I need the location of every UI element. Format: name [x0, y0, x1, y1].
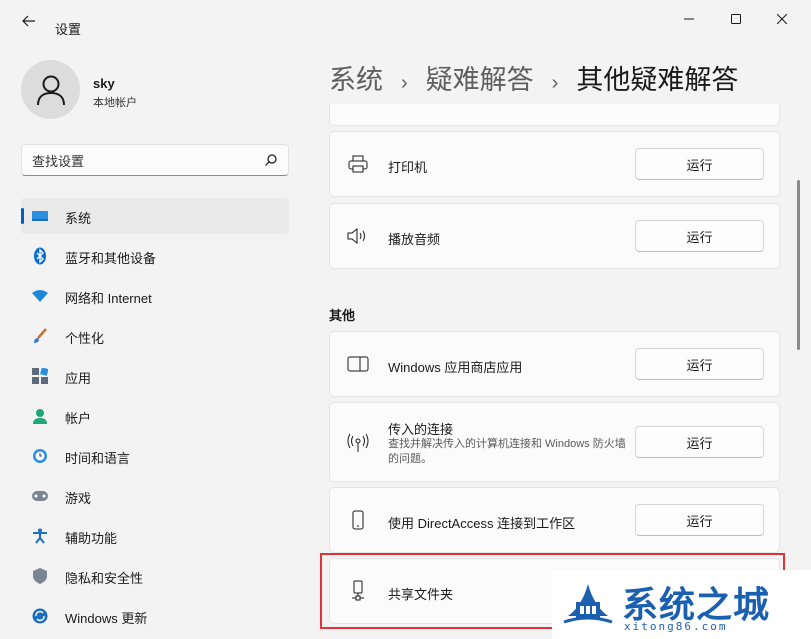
avatar[interactable] [21, 60, 80, 119]
troubleshooter-card-store-apps: Windows 应用商店应用 运行 [329, 331, 780, 397]
account-type: 本地帐户 [93, 97, 137, 109]
close-icon [777, 14, 787, 24]
sidebar-item-accounts[interactable]: 帐户 [21, 398, 289, 434]
wifi-icon [31, 287, 49, 305]
sidebar-item-accessibility[interactable]: 辅助功能 [21, 518, 289, 554]
sidebar-item-label: 时间和语言 [65, 451, 131, 466]
troubleshooter-title: 使用 DirectAccess 连接到工作区 [388, 516, 576, 531]
troubleshooter-description: 查找并解决传入的计算机连接和 Windows 防火墙的问题。 [388, 438, 626, 465]
run-printer-button[interactable]: 运行 [635, 148, 764, 180]
chevron-right-icon: › [401, 72, 408, 94]
troubleshooter-card-printer: 打印机 运行 [329, 131, 780, 197]
search-box[interactable] [21, 144, 289, 176]
minimize-icon [684, 18, 694, 20]
maximize-button[interactable] [714, 6, 758, 32]
app-title: 设置 [55, 22, 82, 37]
sidebar-item-label: 隐私和安全性 [65, 571, 144, 586]
troubleshooter-card-partial [329, 104, 780, 126]
sidebar-item-label: 系统 [65, 211, 92, 226]
user-name: sky [93, 76, 115, 91]
section-title-other: 其他 [329, 308, 356, 323]
sidebar-item-personalization[interactable]: 个性化 [21, 318, 289, 354]
printer-icon [347, 153, 369, 175]
troubleshooter-card-directaccess: 使用 DirectAccess 连接到工作区 运行 [329, 487, 780, 553]
sidebar-item-label: 辅助功能 [65, 531, 118, 546]
watermark-logo-icon [563, 584, 613, 624]
phone-device-icon [347, 509, 369, 531]
sidebar-item-time-language[interactable]: 时间和语言 [21, 438, 289, 474]
sidebar-item-bluetooth[interactable]: 蓝牙和其他设备 [21, 238, 289, 274]
troubleshooter-title: Windows 应用商店应用 [388, 360, 523, 375]
system-display-icon [31, 207, 49, 225]
maximize-icon [731, 14, 741, 24]
clock-globe-icon [31, 447, 49, 465]
apps-icon [31, 367, 49, 385]
troubleshooter-card-audio: 播放音频 运行 [329, 203, 780, 269]
run-store-apps-button[interactable]: 运行 [635, 348, 764, 380]
sidebar-item-label: 蓝牙和其他设备 [65, 251, 157, 266]
incoming-connection-icon [347, 432, 369, 454]
bluetooth-icon [31, 247, 49, 265]
minimize-button[interactable] [667, 6, 711, 32]
breadcrumb-troubleshoot[interactable]: 疑难解答 [426, 58, 534, 97]
watermark: 系统之城 xitong86.com [552, 570, 811, 639]
speaker-icon [347, 225, 369, 247]
run-incoming-connections-button[interactable]: 运行 [635, 426, 764, 458]
accessibility-icon [31, 527, 49, 545]
sidebar-item-label: Windows 更新 [65, 611, 148, 626]
sidebar-item-apps[interactable]: 应用 [21, 358, 289, 394]
sidebar-item-windows-update[interactable]: Windows 更新 [21, 598, 289, 634]
sidebar-item-label: 应用 [65, 371, 92, 386]
close-button[interactable] [760, 6, 804, 32]
account-icon [31, 407, 49, 425]
user-icon [36, 75, 65, 105]
sidebar-item-privacy[interactable]: 隐私和安全性 [21, 558, 289, 594]
sidebar-item-label: 个性化 [65, 331, 105, 346]
store-app-icon [347, 353, 369, 375]
page-title: 其他疑难解答 [576, 65, 739, 95]
troubleshooter-title: 播放音频 [388, 232, 441, 247]
sidebar-item-gaming[interactable]: 游戏 [21, 478, 289, 514]
title-bar: 设置 [0, 0, 811, 40]
back-button[interactable] [14, 10, 44, 32]
run-directaccess-button[interactable]: 运行 [635, 504, 764, 536]
troubleshooter-card-incoming-connections: 传入的连接 查找并解决传入的计算机连接和 Windows 防火墙的问题。 运行 [329, 402, 780, 482]
sidebar-item-label: 网络和 Internet [65, 291, 152, 306]
run-audio-button[interactable]: 运行 [635, 220, 764, 252]
watermark-url: xitong86.com [624, 620, 728, 633]
sidebar-item-label: 帐户 [65, 411, 92, 426]
sidebar-item-system[interactable]: 系统 [21, 198, 289, 234]
update-icon [31, 607, 49, 625]
back-arrow-icon [22, 15, 35, 27]
brush-icon [31, 327, 49, 345]
gamepad-icon [31, 487, 49, 505]
sidebar-item-label: 游戏 [65, 491, 92, 506]
breadcrumb: 系统 › 疑难解答 › 其他疑难解答 [329, 58, 738, 97]
scrollbar-thumb[interactable] [797, 180, 800, 350]
sidebar-item-network[interactable]: 网络和 Internet [21, 278, 289, 314]
troubleshooter-title: 传入的连接 [388, 422, 454, 437]
troubleshooter-title: 打印机 [388, 160, 428, 175]
search-icon[interactable] [264, 153, 278, 167]
breadcrumb-system[interactable]: 系统 [329, 58, 383, 97]
chevron-right-icon: › [551, 72, 559, 94]
search-input[interactable] [32, 151, 257, 171]
shield-icon [31, 567, 49, 585]
